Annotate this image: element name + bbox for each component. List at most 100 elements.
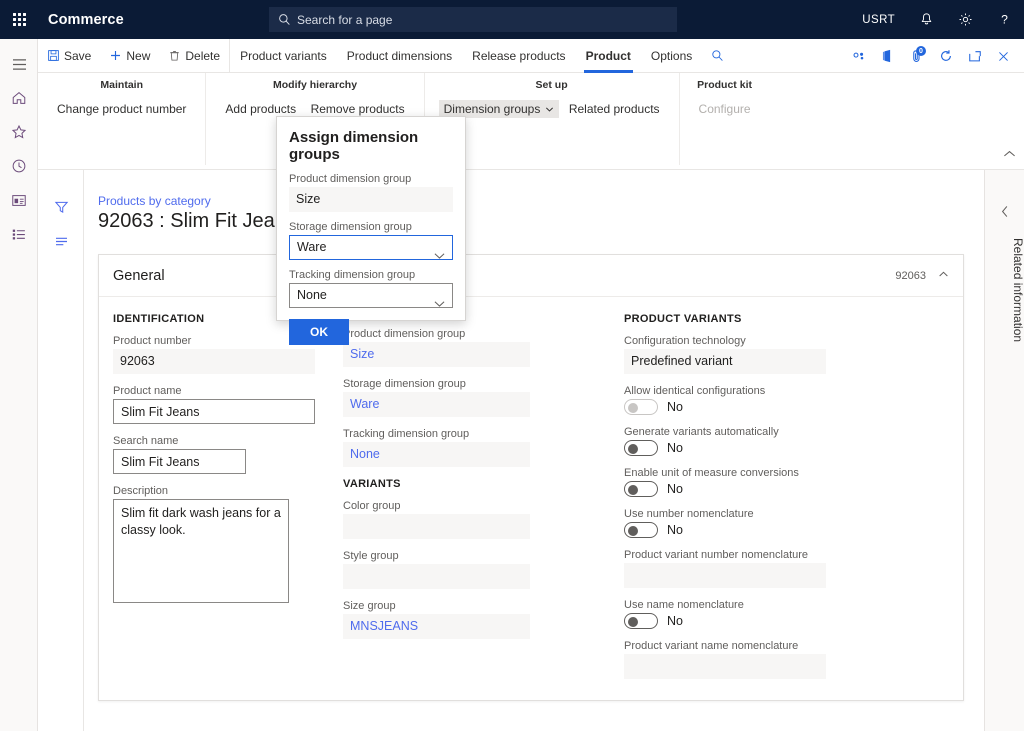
field-label: Product variant number nomenclature [624,549,826,561]
tracking-dimension-group-select[interactable]: None [289,283,453,308]
sidebar-item-workspaces[interactable] [0,183,38,217]
toggle-value: No [667,400,683,414]
sidebar-item-recent[interactable] [0,149,38,183]
plus-icon [109,49,122,62]
personalize-icon[interactable] [844,39,873,73]
assign-dimension-groups-dialog: Assign dimension groups Product dimensio… [276,116,466,321]
field-label: Product dimension group [289,173,453,185]
general-fasttab-card: General 92063 IDENTIFICATION Product num… [98,254,964,701]
description-textarea[interactable]: Slim fit dark wash jeans for a classy lo… [113,499,289,603]
tab-label: Product [586,49,631,63]
sidebar-item-hamburger-menu[interactable] [0,47,38,81]
sidebar-item-favorites[interactable] [0,115,38,149]
field-label: Use number nomenclature [624,508,826,520]
new-button[interactable]: New [100,39,159,73]
tab-label: Release products [472,49,565,63]
tab-label: Product variants [240,49,327,63]
general-fasttab-header[interactable]: General 92063 [99,255,963,297]
style-group-value[interactable] [343,564,530,589]
gear-icon[interactable] [946,0,985,39]
popout-icon[interactable] [960,39,989,73]
attachments-icon[interactable]: 0 [902,39,931,73]
list-lines-icon[interactable] [38,224,84,258]
save-button[interactable]: Save [38,39,100,73]
tab-product-dimensions[interactable]: Product dimensions [337,39,462,73]
chevron-up-icon[interactable] [938,267,949,285]
search-name-input[interactable] [113,449,246,474]
question-mark-icon[interactable]: ? [985,0,1024,39]
configure-button: Configure [694,100,756,118]
chevron-up-icon[interactable] [1003,146,1016,164]
use-number-nomenclature-toggle[interactable] [624,522,658,538]
field-product-number: Product number 92063 [113,335,315,374]
product-number-value: 92063 [113,349,315,374]
tab-label: Options [651,49,692,63]
select-value: None [297,284,327,307]
field-color-group: Color group [343,500,530,539]
app-launcher-icon[interactable] [0,0,39,39]
related-products-button[interactable]: Related products [564,100,665,118]
storage-dimension-group-select[interactable]: Ware [289,235,453,260]
chevron-down-icon [545,105,554,114]
save-icon [47,49,60,62]
company-selector[interactable]: USRT [862,14,895,26]
global-search-input[interactable]: Search for a page [269,7,677,32]
tab-product[interactable]: Product [576,39,641,73]
product-variant-name-nomenclature-value [624,654,826,679]
field-label: Use name nomenclature [624,599,826,611]
new-label: New [126,49,150,63]
refresh-icon[interactable] [931,39,960,73]
field-product-variant-number-nomenclature: Product variant number nomenclature [624,549,826,588]
ribbon-group-title: Product kit [694,79,756,91]
color-group-value[interactable] [343,514,530,539]
select-value: Ware [297,236,326,259]
delete-label: Delete [185,49,220,63]
field-label: Size group [343,600,530,612]
dialog-product-dimension-group-value: Size [289,187,453,212]
breadcrumb[interactable]: Products by category [98,194,984,208]
office-app-icon[interactable] [873,39,902,73]
ribbon-button-label: Remove products [311,102,405,116]
search-icon [278,13,291,26]
app-title: Commerce [48,12,124,28]
product-name-input[interactable] [113,399,315,424]
field-generate-variants-automatically: Generate variants automatically No [624,426,826,456]
related-information-label[interactable]: Related information [985,238,1024,342]
action-pane-search-icon[interactable] [702,39,733,73]
field-label: Tracking dimension group [343,428,530,440]
sidebar-item-modules[interactable] [0,217,38,251]
ribbon-group-title: Maintain [52,79,191,91]
generate-variants-automatically-toggle[interactable] [624,440,658,456]
ribbon-group-title: Modify hierarchy [220,79,409,91]
field-style-group: Style group [343,550,530,589]
dialog-field-storage-dimension-group: Storage dimension group Ware [289,221,453,260]
tab-product-variants[interactable]: Product variants [230,39,337,73]
main-content: Products by category 92063 : Slim Fit Je… [84,170,984,731]
enable-unit-of-measure-conversions-toggle[interactable] [624,481,658,497]
use-name-nomenclature-toggle[interactable] [624,613,658,629]
field-use-name-nomenclature: Use name nomenclature No [624,599,826,629]
chevron-left-icon[interactable] [985,194,1024,228]
field-storage-dimension-group: Storage dimension group Ware [343,378,530,417]
close-icon[interactable] [989,39,1018,73]
delete-button[interactable]: Delete [159,39,230,73]
bell-icon[interactable] [907,0,946,39]
tab-release-products[interactable]: Release products [462,39,575,73]
ribbon-group-maintain: Maintain Change product number [38,73,206,165]
toggle-value: No [667,523,683,537]
storage-dimension-group-value[interactable]: Ware [343,392,530,417]
ribbon-button-label: Dimension groups [444,102,541,116]
fasttab-columns: IDENTIFICATION Product number 92063 Prod… [99,297,963,690]
change-product-number-button[interactable]: Change product number [52,100,191,118]
ribbon-group-product-kit: Product kit Configure [680,73,770,165]
size-group-value[interactable]: MNSJEANS [343,614,530,639]
field-use-number-nomenclature: Use number nomenclature No [624,508,826,538]
filter-icon[interactable] [38,190,84,224]
field-search-name: Search name [113,435,315,474]
tracking-dimension-group-value[interactable]: None [343,442,530,467]
field-label: Allow identical configurations [624,385,826,397]
tab-options[interactable]: Options [641,39,702,73]
ok-button[interactable]: OK [289,319,349,345]
product-dimension-group-value[interactable]: Size [343,342,530,367]
sidebar-item-home[interactable] [0,81,38,115]
